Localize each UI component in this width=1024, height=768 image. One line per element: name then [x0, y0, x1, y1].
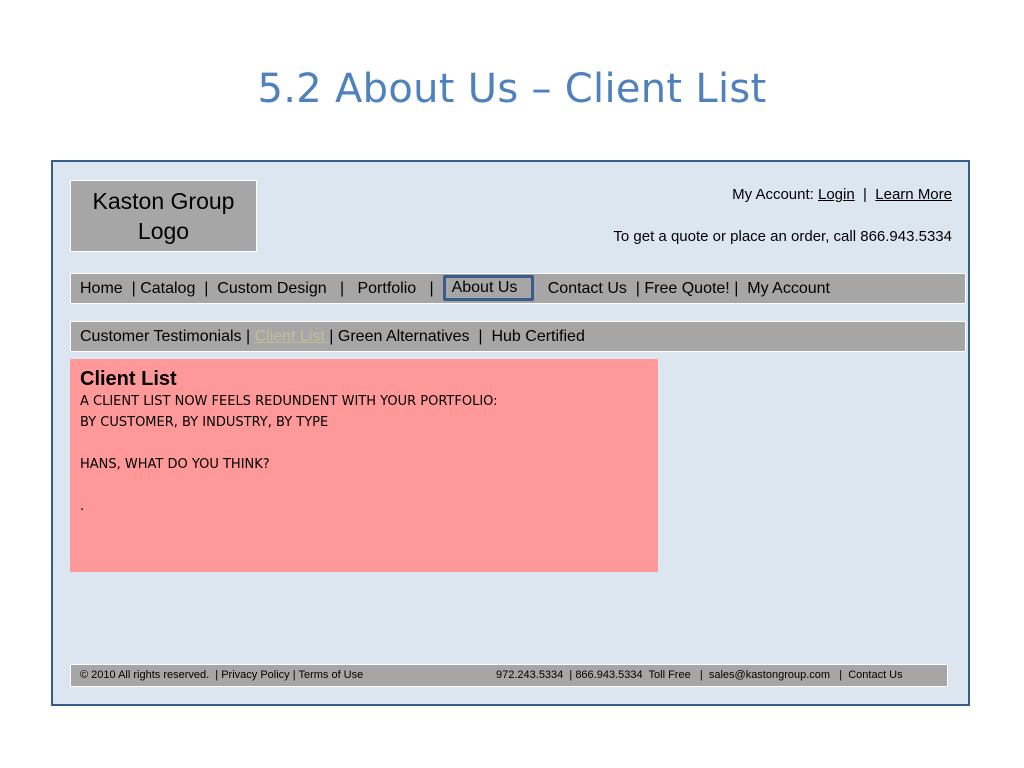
sub-nav: Customer Testimonials | Client List | Gr… — [70, 321, 966, 352]
content-line: BY CUSTOMER, BY INDUSTRY, BY TYPE — [80, 415, 329, 430]
nav-item-free-quote[interactable]: Free Quote! — [644, 280, 729, 297]
learn-more-link[interactable]: Learn More — [875, 186, 952, 203]
subnav-item-green-alternatives[interactable]: Green Alternatives — [338, 328, 470, 345]
login-link[interactable]: Login — [818, 186, 855, 203]
footer-phones: 972.243.5334 | 866.943.5334 Toll Free | — [496, 669, 709, 681]
content-line: HANS, WHAT DO YOU THINK? — [80, 457, 270, 472]
client-list-content-box: Client List A CLIENT LIST NOW FEELS REDU… — [70, 359, 658, 572]
content-heading: Client List — [80, 368, 177, 390]
copyright-text: © 2010 All rights reserved. | — [80, 669, 222, 681]
account-label: My Account: — [732, 186, 818, 203]
account-separator: | — [854, 186, 876, 203]
email-link[interactable]: sales@kastongroup.com — [709, 669, 830, 681]
nav-separator: | — [729, 280, 748, 297]
footer-left: © 2010 All rights reserved. | Privacy Po… — [80, 665, 363, 686]
logo-placeholder[interactable]: Kaston Group Logo — [70, 180, 257, 252]
quote-text: To get a quote or place an order, call 8… — [613, 228, 952, 245]
slide-title: 5.2 About Us – Client List — [257, 66, 767, 112]
nav-item-contact-us[interactable]: Contact Us — [548, 280, 627, 297]
nav-separator: | — [195, 280, 218, 297]
logo-text-line2: Logo — [137, 218, 190, 244]
subnav-item-hub-certified[interactable]: Hub Certified — [491, 328, 584, 345]
nav-separator: | — [326, 280, 358, 297]
subnav-separator: | — [469, 328, 492, 345]
nav-item-catalog[interactable]: Catalog — [140, 280, 195, 297]
nav-item-portfolio[interactable]: Portfolio — [357, 280, 416, 297]
terms-of-use-link[interactable]: Terms of Use — [298, 669, 363, 681]
nav-item-home[interactable]: Home — [80, 280, 123, 297]
footer-bar: © 2010 All rights reserved. | Privacy Po… — [70, 664, 948, 687]
logo-text-line1: Kaston Group — [92, 188, 235, 214]
footer-separator: | — [830, 669, 849, 681]
nav-separator — [534, 280, 547, 297]
content-line: A CLIENT LIST NOW FEELS REDUNDENT WITH Y… — [80, 394, 498, 409]
nav-separator: | — [416, 280, 443, 297]
nav-item-my-account[interactable]: My Account — [747, 280, 830, 297]
subnav-item-customer-testimonials[interactable]: Customer Testimonials — [80, 328, 242, 345]
footer-contact-link[interactable]: Contact Us — [848, 669, 902, 681]
subnav-separator: | — [241, 328, 255, 345]
website-mockup-frame: Kaston Group Logo My Account: Login | Le… — [51, 160, 970, 706]
account-bar: My Account: Login | Learn More — [732, 186, 952, 203]
subnav-item-client-list[interactable]: Client List — [255, 328, 330, 345]
nav-item-about-us[interactable]: About Us — [442, 275, 535, 301]
main-nav: Home | Catalog | Custom Design | Portfol… — [70, 273, 966, 304]
nav-separator: | — [626, 280, 645, 297]
footer-right: 972.243.5334 | 866.943.5334 Toll Free | … — [496, 665, 903, 686]
content-line: . — [80, 499, 85, 514]
subnav-separator: | — [329, 328, 338, 345]
privacy-policy-link[interactable]: Privacy Policy — [221, 669, 289, 681]
nav-separator: | — [122, 280, 141, 297]
nav-item-custom-design[interactable]: Custom Design — [217, 280, 326, 297]
